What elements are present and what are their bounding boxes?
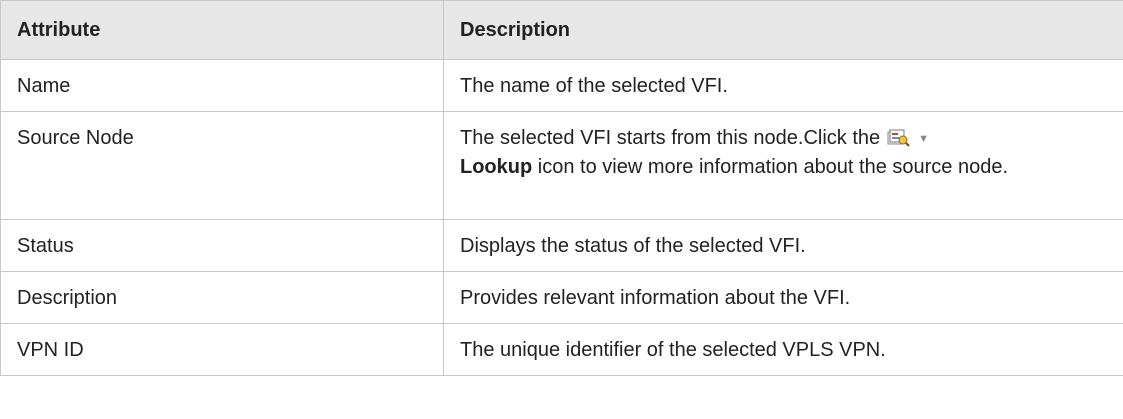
description-text-before: The selected VFI starts from this node.C…	[460, 127, 881, 149]
description-cell: Provides relevant information about the …	[443, 271, 1123, 324]
description-text-after: icon to view more information about the …	[532, 156, 1009, 178]
attribute-cell: VPN ID	[0, 323, 444, 376]
chevron-down-icon[interactable]: ▼	[918, 125, 929, 153]
description-cell: The name of the selected VFI.	[443, 59, 1123, 112]
header-description: Description	[443, 0, 1123, 60]
lookup-label: Lookup	[460, 156, 533, 178]
attribute-cell: Description	[0, 271, 444, 324]
description-cell: The selected VFI starts from this node.C…	[443, 111, 1123, 220]
table-row: Status Displays the status of the select…	[0, 219, 1123, 272]
attribute-cell: Source Node	[0, 111, 444, 220]
attribute-cell: Status	[0, 219, 444, 272]
table-row: Description Provides relevant informatio…	[0, 271, 1123, 324]
table-row: VPN ID The unique identifier of the sele…	[0, 323, 1123, 376]
header-attribute: Attribute	[0, 0, 444, 60]
attribute-cell: Name	[0, 59, 444, 112]
description-cell: Displays the status of the selected VFI.	[443, 219, 1123, 272]
table-row: Source Node The selected VFI starts from…	[0, 111, 1123, 220]
table-header-row: Attribute Description	[0, 0, 1123, 60]
lookup-icon	[886, 127, 910, 147]
description-cell: The unique identifier of the selected VP…	[443, 323, 1123, 376]
table-row: Name The name of the selected VFI.	[0, 59, 1123, 112]
attributes-table: Attribute Description Name The name of t…	[0, 0, 1123, 376]
